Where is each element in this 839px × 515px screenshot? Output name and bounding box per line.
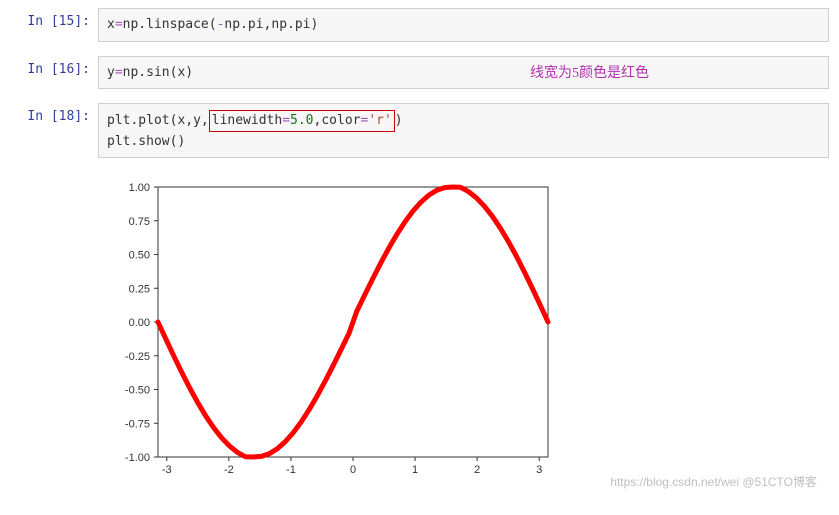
code-cell: In [16]: y=np.sin(x) xyxy=(10,56,829,90)
prompt-label: In xyxy=(27,14,43,29)
code-input[interactable]: y=np.sin(x) xyxy=(98,56,829,90)
svg-text:-2: -2 xyxy=(224,464,234,476)
svg-text:3: 3 xyxy=(536,464,542,476)
prompt-number: [16]: xyxy=(51,62,90,77)
code-input[interactable]: x=np.linspace(-np.pi,np.pi) xyxy=(98,8,829,42)
prompt-label: In xyxy=(27,62,43,77)
svg-text:2: 2 xyxy=(474,464,480,476)
svg-text:0.00: 0.00 xyxy=(129,317,150,329)
svg-text:-0.25: -0.25 xyxy=(125,351,150,363)
code-cell: In [18]: plt.plot(x,y,linewidth=5.0,colo… xyxy=(10,103,829,158)
input-prompt: In [18]: xyxy=(10,103,98,124)
prompt-number: [15]: xyxy=(51,14,90,29)
code-input[interactable]: plt.plot(x,y,linewidth=5.0,color='r') pl… xyxy=(98,103,829,158)
svg-text:0.50: 0.50 xyxy=(129,250,150,262)
svg-text:-0.50: -0.50 xyxy=(125,385,150,397)
input-prompt: In [15]: xyxy=(10,8,98,29)
svg-text:-3: -3 xyxy=(162,464,172,476)
line-chart: -1.00 -0.75 -0.50 -0.25 0.00 0.25 0.50 0.75 1.00… xyxy=(98,172,568,492)
svg-text:0.75: 0.75 xyxy=(129,216,150,228)
svg-text:0.25: 0.25 xyxy=(129,283,150,295)
svg-text:1.00: 1.00 xyxy=(129,182,150,194)
input-prompt: In [16]: xyxy=(10,56,98,77)
svg-text:-1.00: -1.00 xyxy=(125,452,150,464)
prompt-number: [18]: xyxy=(51,109,90,124)
svg-text:-0.75: -0.75 xyxy=(125,418,150,430)
annotation-label: 线宽为5颜色是红色 xyxy=(530,62,649,82)
prompt-label: In xyxy=(27,109,43,124)
watermark-text: https://blog.csdn.net/wei @51CTO博客 xyxy=(610,473,817,490)
code-cell: In [15]: x=np.linspace(-np.pi,np.pi) xyxy=(10,8,829,42)
svg-text:0: 0 xyxy=(350,464,356,476)
plot-output: -1.00 -0.75 -0.50 -0.25 0.00 0.25 0.50 0.75 1.00… xyxy=(98,172,829,496)
svg-text:1: 1 xyxy=(412,464,418,476)
svg-text:-1: -1 xyxy=(286,464,296,476)
